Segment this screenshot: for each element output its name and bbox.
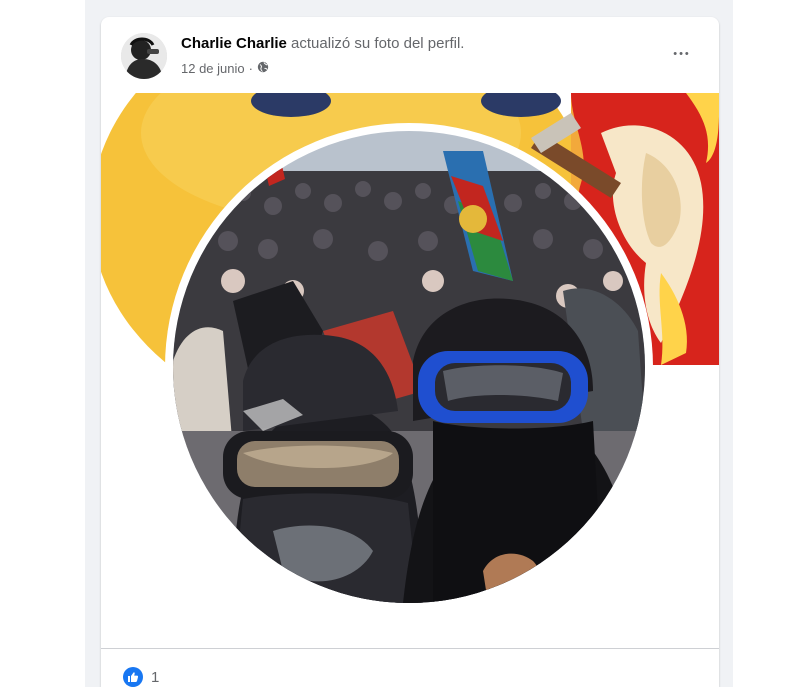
like-icon xyxy=(123,667,143,687)
reaction-count: 1 xyxy=(151,668,160,686)
post-meta: 12 de junio · xyxy=(181,61,269,76)
reactions-bar[interactable]: 1 xyxy=(123,667,159,687)
author-name-link[interactable]: Charlie Charlie xyxy=(181,35,287,52)
meta-separator: · xyxy=(248,61,253,76)
post-photo[interactable] xyxy=(101,93,719,648)
more-horizontal-icon: ••• xyxy=(673,48,691,60)
post-action-text: actualizó su foto del perfil. xyxy=(291,35,465,52)
post-header: Charlie Charlie actualizó su foto del pe… xyxy=(101,17,719,93)
more-options-button[interactable]: ••• xyxy=(667,43,697,65)
post-date-link[interactable]: 12 de junio xyxy=(181,61,245,76)
globe-icon xyxy=(257,61,269,76)
profile-photo-image xyxy=(173,131,645,603)
author-avatar[interactable] xyxy=(121,33,167,79)
post-title-line: Charlie Charlie actualizó su foto del pe… xyxy=(181,35,464,52)
avatar-image xyxy=(121,33,167,79)
post-card: Charlie Charlie actualizó su foto del pe… xyxy=(101,17,719,687)
reactions-divider xyxy=(101,648,719,649)
